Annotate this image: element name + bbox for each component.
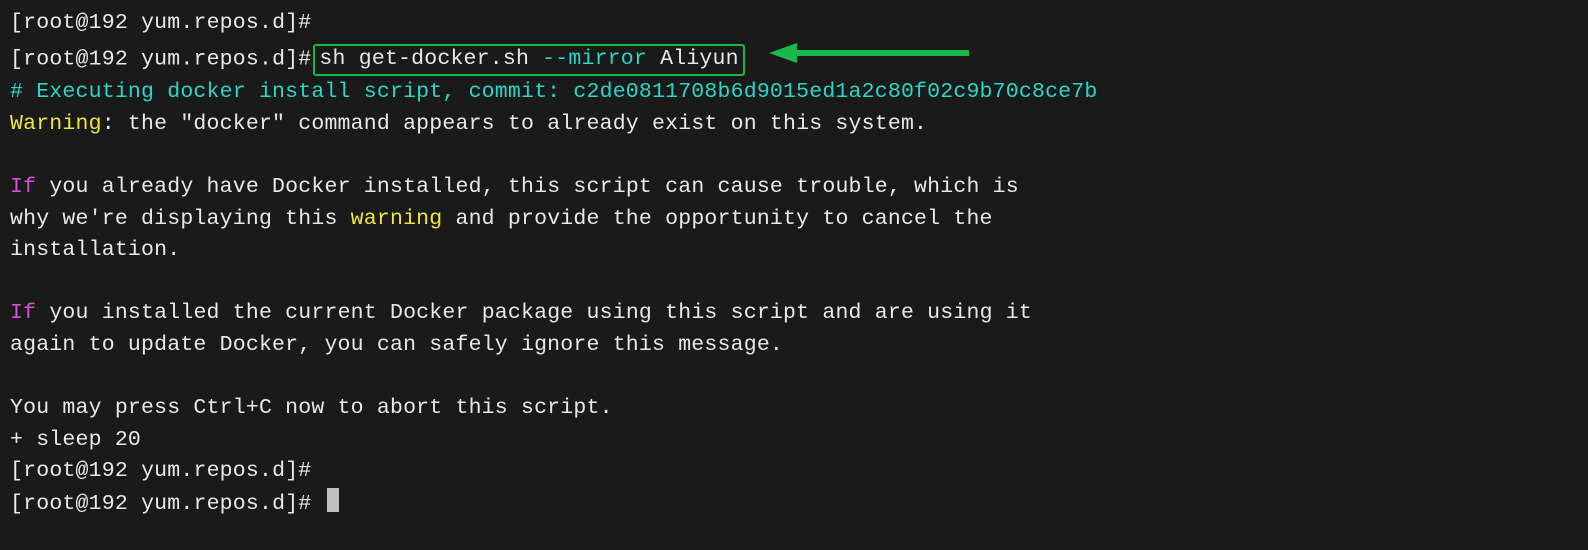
para1-line3: installation. <box>10 235 1578 267</box>
para1-line1: If you already have Docker installed, th… <box>10 172 1578 204</box>
cmd-script: get-docker.sh <box>359 47 529 71</box>
para1-line2: why we're displaying this warning and pr… <box>10 204 1578 236</box>
abort-line: You may press Ctrl+C now to abort this s… <box>10 393 1578 425</box>
prompt-line: [root@192 yum.repos.d]# <box>10 8 1578 40</box>
prompt-host: 192 <box>89 11 128 35</box>
command-line[interactable]: [root@192 yum.repos.d]#sh get-docker.sh … <box>10 40 1578 78</box>
para2-line2: again to update Docker, you can safely i… <box>10 330 1578 362</box>
blank-line <box>10 140 1578 172</box>
prompt-cwd: yum.repos.d <box>141 11 285 35</box>
prompt-user: root <box>23 11 75 35</box>
cmd-arg: Aliyun <box>660 47 739 71</box>
prompt-line: [root@192 yum.repos.d]# <box>10 456 1578 488</box>
prompt-line-active[interactable]: [root@192 yum.repos.d]# <box>10 488 1578 521</box>
arrow-icon <box>769 40 969 78</box>
exec-line: # Executing docker install script, commi… <box>10 77 1578 109</box>
warning-label: Warning <box>10 112 102 136</box>
blank-line <box>10 362 1578 394</box>
cmd-flag: --mirror <box>542 47 647 71</box>
sleep-line: + sleep 20 <box>10 425 1578 457</box>
command-highlight-box: sh get-docker.sh --mirror Aliyun <box>313 44 744 76</box>
prompt-hash: # <box>298 11 311 35</box>
cursor-icon <box>327 488 339 512</box>
para2-line1: If you installed the current Docker pack… <box>10 298 1578 330</box>
cmd-bin: sh <box>319 47 345 71</box>
commit-hash: c2de0811708b6d9015ed1a2c80f02c9b70c8ce7b <box>573 80 1097 104</box>
warning-line: Warning: the "docker" command appears to… <box>10 109 1578 141</box>
blank-line <box>10 267 1578 299</box>
warning-word: warning <box>351 207 443 231</box>
